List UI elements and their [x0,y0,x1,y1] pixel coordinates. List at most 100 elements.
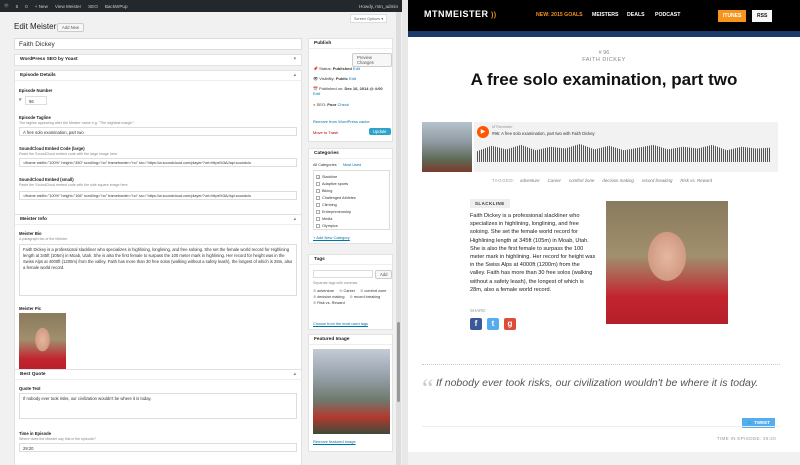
choose-tags-link[interactable]: Choose from the most used tags [313,322,368,326]
tag-item[interactable]: ⊗ Career [339,289,355,293]
bio-textarea[interactable]: Faith Dickey is a professional slackline… [19,244,297,296]
checkbox[interactable] [316,188,320,193]
tag-item[interactable]: ⊗ comfort zone [360,289,386,293]
seo-check-link[interactable]: Check [337,102,348,107]
seo-box[interactable]: WordPress SEO by Yoast ▾ [14,54,302,66]
bio-hint: A paragraph bio of the Meister. [19,237,68,241]
site-tag-link[interactable]: Career [548,178,561,183]
play-icon[interactable]: ▶ [477,126,489,138]
footer-strip [408,452,800,465]
site-tag-link[interactable]: decision making [602,178,633,183]
tag-item[interactable]: ⊗ adventure [313,289,334,293]
scrollbar-thumb[interactable] [397,322,400,402]
remove-cache-link[interactable]: Remove from WordPress cache [313,119,370,124]
episode-number-input[interactable]: 96 [25,96,47,105]
quote-label: Quote Text [19,386,41,391]
nav-link-podcast[interactable]: PODCAST [655,12,680,18]
updates-count[interactable]: 5 [16,4,19,9]
tag-item[interactable]: ⊗ record breaking [350,295,381,299]
meister-pic[interactable] [19,313,66,372]
checkbox[interactable] [316,209,320,214]
move-to-trash-link[interactable]: Move to Trash [313,130,338,135]
episode-title: A free solo examination, part two [470,70,738,89]
checkbox[interactable] [316,202,320,207]
category-item[interactable]: Challenged Athletes [316,194,387,201]
checkbox[interactable] [316,223,320,228]
title-input[interactable]: Faith Dickey [14,38,302,50]
category-list[interactable]: ✓ Slackline Adaptive sports Biking Challenge… [313,170,390,230]
toggle-icon[interactable]: ▴ [294,372,296,377]
update-button[interactable]: Update [369,128,391,135]
tab-all-categories[interactable]: All Categories [313,163,337,167]
quote-textarea[interactable]: If nobody ever took risks, our civilizat… [19,393,297,419]
category-item[interactable]: ✓ Slackline [316,173,387,180]
soundcloud-small-input[interactable]: <iframe width="100%" height="166" scroll… [19,191,297,200]
tag-item[interactable]: ⊗ decision making [313,295,344,299]
toggle-icon[interactable]: ▴ [294,217,296,222]
site-tag-link[interactable]: adventure [520,178,540,183]
episode-number-label: Episode Number [19,88,53,93]
remove-featured-link[interactable]: Remove featured image [313,439,356,444]
tag-item[interactable]: ⊗ Risk vs. Reward [313,301,345,305]
nav-link-meisters[interactable]: MEISTERS [592,12,619,18]
rss-button[interactable]: RSS [752,10,773,22]
category-label: Entrepreneurship [322,209,352,214]
toggle-icon[interactable]: ▴ [294,73,296,78]
category-item[interactable]: Biking [316,187,387,194]
featured-image[interactable] [313,349,390,434]
checkbox[interactable] [316,216,320,221]
add-category-link[interactable]: + Add New Category [313,235,350,240]
screen-options-button[interactable]: Screen Options ▾ [350,14,388,23]
meister-bio: Faith Dickey is a professional slackline… [470,213,596,293]
checkbox[interactable] [316,195,320,200]
edit-status-link[interactable]: Edit [353,66,360,71]
edit-date-link[interactable]: Edit [313,91,320,96]
howdy-link[interactable]: Howdy, mtn_admin [359,4,398,9]
category-item[interactable]: Entrepreneurship [316,208,387,215]
nav-link-deals[interactable]: DEALS [627,12,645,18]
scrollbar[interactable] [396,12,401,465]
post-editor: Edit Meister Add New Screen Options ▾ Fa… [0,12,402,465]
player-track[interactable]: #96: A free solo examination, part two w… [492,131,595,136]
page-title: Edit Meister [14,22,57,31]
tagline-input[interactable]: A free solo examination, part two [19,127,297,136]
category-badge[interactable]: SLACKLINE [470,199,510,208]
seo-link[interactable]: SEO [88,4,98,9]
googleplus-icon[interactable]: g [504,318,516,330]
toggle-icon[interactable]: ▾ [294,57,296,62]
category-item[interactable]: Media [316,215,387,222]
site-logo[interactable]: MTNMEISTER )) [424,9,497,19]
seo-row: ● SEO: Poor Check [313,102,349,107]
category-item[interactable]: Climbing [316,201,387,208]
edit-visibility-link[interactable]: Edit [349,76,356,81]
site-tag-link[interactable]: record breaking [642,178,673,183]
category-item[interactable]: Olympics [316,222,387,229]
meister-info-box: Meister Info ▴ Meister Bio A paragraph bi… [14,214,302,377]
nav-link-goals[interactable]: NEW: 2015 GOALS [536,12,583,18]
waveform[interactable] [477,144,771,162]
category-item[interactable]: Adaptive sports [316,180,387,187]
visibility-row: 👁 Visibility: Public Edit [313,76,356,81]
site-tag-link[interactable]: comfort zone [569,178,594,183]
tag-input[interactable] [313,270,373,278]
checkbox[interactable] [316,181,320,186]
backwpup-link[interactable]: BackWPup [105,4,128,9]
checkbox[interactable]: ✓ [316,174,320,179]
view-meister-link[interactable]: View Meister [55,4,81,9]
soundcloud-large-input[interactable]: <iframe width="100%" height="450" scroll… [19,158,297,167]
wordpress-icon[interactable]: Ⓦ [4,3,9,9]
time-input[interactable]: 29:20 [19,443,297,452]
site-tag-link[interactable]: Risk vs. Reward [680,178,712,183]
new-link[interactable]: + New [35,4,48,9]
player-artwork[interactable] [422,122,472,172]
itunes-button[interactable]: ITUNES [718,10,747,22]
facebook-icon[interactable]: f [470,318,482,330]
tab-most-used[interactable]: Most Used [343,163,361,167]
preview-changes-button[interactable]: Preview Changes [352,53,392,67]
player-user[interactable]: MTNmeister [492,125,513,129]
soundcloud-player: ▶ MTNmeister #96: A free solo examinatio… [474,122,778,172]
twitter-icon[interactable]: t [487,318,499,330]
add-tag-button[interactable]: Add [375,270,393,279]
add-new-button[interactable]: Add New [57,23,84,32]
comments-count[interactable]: 0 [25,4,28,9]
